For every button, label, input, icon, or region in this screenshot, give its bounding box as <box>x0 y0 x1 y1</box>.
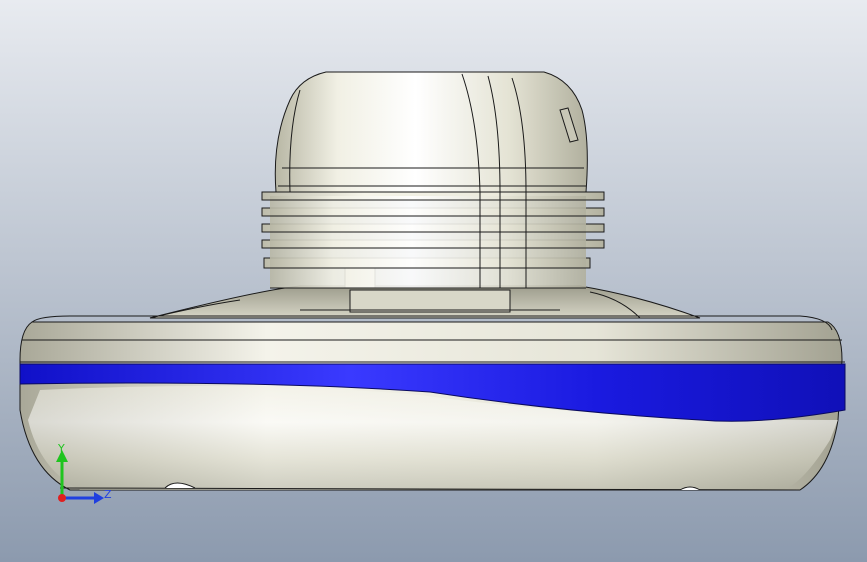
dome-body <box>274 71 588 193</box>
triad-z-label: Z <box>104 488 112 501</box>
graphics-viewport[interactable]: Y Z <box>0 0 867 562</box>
triad-y-label: Y <box>57 442 65 455</box>
triad-x-origin <box>58 494 66 502</box>
fin-core <box>270 196 586 288</box>
cad-model-canvas[interactable]: Y Z <box>0 0 867 562</box>
strut-frame <box>349 289 511 313</box>
